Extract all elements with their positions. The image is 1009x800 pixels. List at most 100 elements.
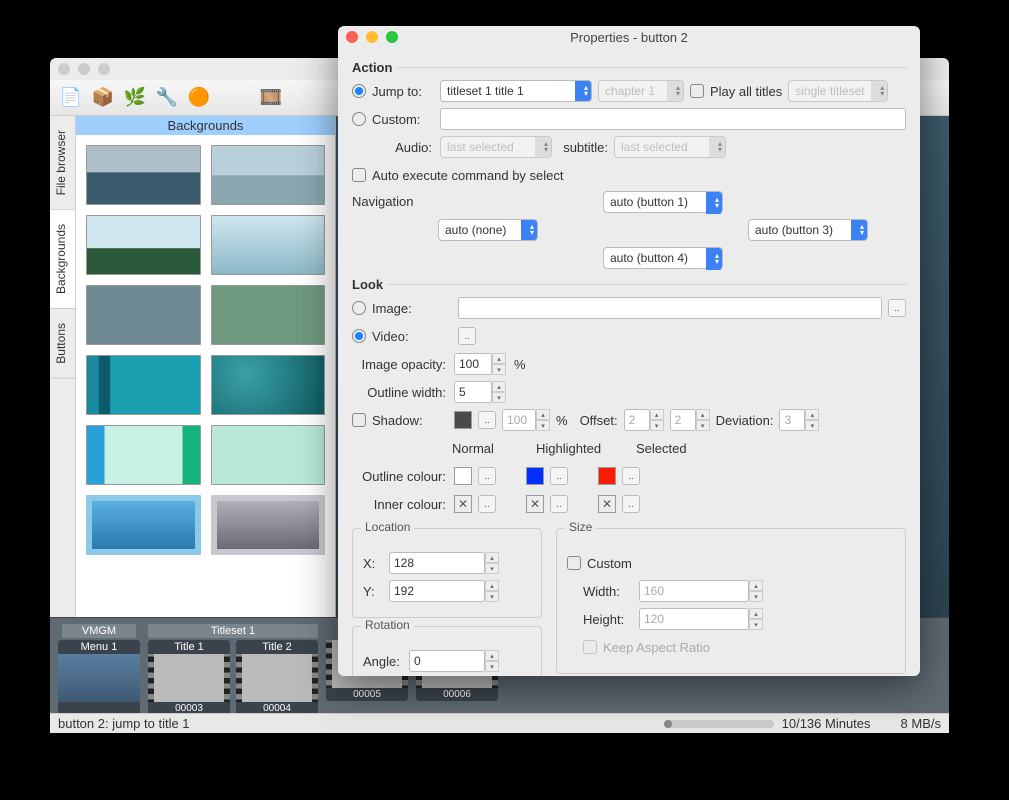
image-browse-button[interactable]: .. [888, 299, 906, 317]
video-browse-button[interactable]: .. [458, 327, 476, 345]
outline-high-swatch[interactable] [526, 467, 544, 485]
shadow-label: Shadow: [372, 413, 448, 428]
custom-size-checkbox[interactable] [567, 556, 581, 570]
disc-gauge [664, 720, 774, 728]
inner-colour-label: Inner colour: [352, 497, 446, 512]
chapter-select[interactable]: chapter 1 [598, 80, 684, 102]
offset-y-input[interactable] [670, 409, 696, 431]
tools-icon[interactable]: 🔧 [154, 85, 180, 111]
image-label: Image: [372, 301, 452, 316]
deviation-label: Deviation: [716, 413, 774, 428]
jump-to-radio[interactable] [352, 84, 366, 98]
outline-high-button[interactable]: .. [550, 467, 568, 485]
new-icon[interactable]: 📄 [58, 85, 84, 111]
zoom-icon[interactable] [98, 63, 110, 75]
status-bitrate: 8 MB/s [901, 716, 941, 731]
bg-thumb[interactable] [211, 355, 326, 415]
nav-left-select[interactable]: auto (none) [438, 219, 538, 241]
timeline-title-1[interactable]: Title 1 00003 [148, 640, 230, 713]
opacity-stepper[interactable]: ▴▾ [492, 353, 506, 375]
outline-normal-button[interactable]: .. [478, 467, 496, 485]
image-opacity-input[interactable] [454, 353, 492, 375]
image-path-input[interactable] [458, 297, 882, 319]
backgrounds-panel: Backgrounds [76, 116, 336, 617]
zoom-icon[interactable] [386, 31, 398, 43]
navigation-label: Navigation [352, 191, 432, 209]
shadow-color-swatch[interactable] [454, 411, 472, 429]
jump-target-select[interactable]: titleset 1 title 1 [440, 80, 592, 102]
inner-high-button[interactable]: .. [550, 495, 568, 513]
outline-width-label: Outline width: [352, 385, 446, 400]
bg-thumb[interactable] [86, 285, 201, 345]
width-input[interactable] [639, 580, 749, 602]
normal-column-header: Normal [452, 441, 508, 456]
status-text: button 2: jump to title 1 [58, 716, 190, 731]
bg-thumb[interactable] [86, 355, 201, 415]
image-opacity-label: Image opacity: [352, 357, 446, 372]
bg-thumb[interactable] [211, 215, 326, 275]
nav-right-select[interactable]: auto (button 3) [748, 219, 868, 241]
height-input[interactable] [639, 608, 749, 630]
subtitle-select[interactable]: last selected [614, 136, 726, 158]
outline-colour-label: Outline colour: [352, 469, 446, 484]
add-icon[interactable]: 🌿 [122, 85, 148, 111]
close-icon[interactable] [346, 31, 358, 43]
tab-backgrounds[interactable]: Backgrounds [50, 210, 75, 309]
y-input[interactable] [389, 580, 485, 602]
inner-normal-button[interactable]: .. [478, 495, 496, 513]
image-radio[interactable] [352, 301, 366, 315]
nav-up-select[interactable]: auto (button 1) [603, 191, 723, 213]
outline-normal-swatch[interactable] [454, 467, 472, 485]
bg-thumb[interactable] [211, 495, 326, 555]
minimize-icon[interactable] [78, 63, 90, 75]
dialog-title: Properties - button 2 [338, 30, 920, 45]
timeline-group-ts1: Titleset 1 [148, 624, 318, 638]
bg-thumb[interactable] [211, 285, 326, 345]
video-label: Video: [372, 329, 452, 344]
import-icon[interactable]: 🎞️ [258, 85, 284, 111]
disc-icon[interactable]: 🟠 [186, 85, 212, 111]
action-section-header: Action [352, 60, 906, 75]
outline-sel-swatch[interactable] [598, 467, 616, 485]
timeline-title-2[interactable]: Title 2 00004 [236, 640, 318, 713]
outline-width-input[interactable] [454, 381, 492, 403]
x-input[interactable] [389, 552, 485, 574]
custom-action-input[interactable] [440, 108, 906, 130]
shadow-color-button[interactable]: .. [478, 411, 496, 429]
deviation-input[interactable] [779, 409, 805, 431]
nav-down-select[interactable]: auto (button 4) [603, 247, 723, 269]
timeline-menu-1[interactable]: Menu 1 [58, 640, 140, 713]
bg-thumb[interactable] [211, 145, 326, 205]
properties-dialog: Properties - button 2 Action Jump to: ti… [338, 26, 920, 676]
location-group: Location X: ▴▾ Y: ▴▾ [352, 528, 542, 618]
bg-thumb[interactable] [86, 495, 201, 555]
inner-normal-swatch[interactable]: ✕ [454, 495, 472, 513]
tab-file-browser[interactable]: File browser [50, 116, 75, 210]
audio-select[interactable]: last selected [440, 136, 552, 158]
shadow-checkbox[interactable] [352, 413, 366, 427]
inner-sel-button[interactable]: .. [622, 495, 640, 513]
bg-thumb[interactable] [86, 145, 201, 205]
open-icon[interactable]: 📦 [90, 85, 116, 111]
status-bar: button 2: jump to title 1 10/136 Minutes… [50, 713, 949, 733]
tab-buttons[interactable]: Buttons [50, 309, 75, 379]
bg-thumb[interactable] [211, 425, 326, 485]
outline-sel-button[interactable]: .. [622, 467, 640, 485]
video-radio[interactable] [352, 329, 366, 343]
auto-execute-checkbox[interactable] [352, 168, 366, 182]
inner-sel-swatch[interactable]: ✕ [598, 495, 616, 513]
minimize-icon[interactable] [366, 31, 378, 43]
look-section-header: Look [352, 277, 906, 292]
offset-x-input[interactable] [624, 409, 650, 431]
bg-thumb[interactable] [86, 425, 201, 485]
shadow-opacity-input[interactable] [502, 409, 536, 431]
inner-high-swatch[interactable]: ✕ [526, 495, 544, 513]
bg-thumb[interactable] [86, 215, 201, 275]
outline-width-stepper[interactable]: ▴▾ [492, 381, 506, 403]
keep-aspect-checkbox[interactable] [583, 640, 597, 654]
close-icon[interactable] [58, 63, 70, 75]
custom-radio[interactable] [352, 112, 366, 126]
angle-input[interactable] [409, 650, 485, 672]
play-mode-select[interactable]: single titleset [788, 80, 888, 102]
play-all-checkbox[interactable] [690, 84, 704, 98]
